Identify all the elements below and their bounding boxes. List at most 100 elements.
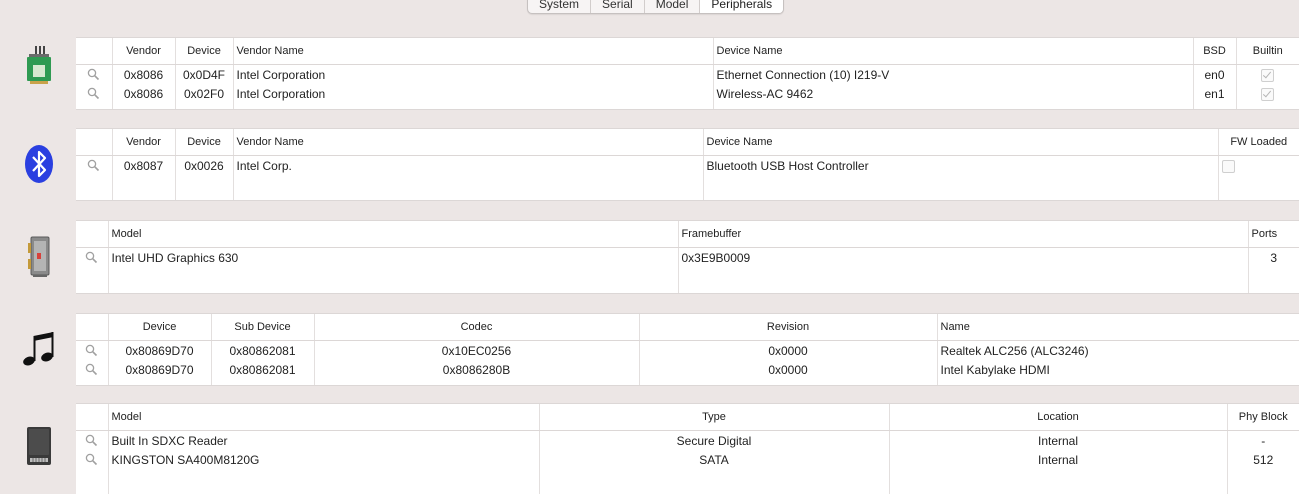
magnifier-icon[interactable] — [76, 84, 112, 103]
network-card-icon — [18, 44, 60, 88]
audio-panel: Device Sub Device Codec Revision Name 0x… — [76, 313, 1299, 386]
vendor-cell: 0x8086 — [111, 84, 175, 103]
empty-row — [76, 175, 1299, 200]
ports-cell: 3 — [1247, 247, 1299, 267]
network-table: Vendor Device Vendor Name Device Name BS… — [76, 38, 1299, 109]
table-row[interactable]: Intel UHD Graphics 630 0x3E9B0009 3 — [76, 247, 1299, 268]
column-header-builtin[interactable]: Builtin — [1235, 38, 1299, 65]
device-cell: 0x02F0 — [174, 84, 233, 103]
column-header-vendor[interactable]: Vendor — [111, 129, 175, 156]
table-row[interactable]: 0x8087 0x0026 Intel Corp. Bluetooth USB … — [76, 155, 1299, 176]
name-cell: Realtek ALC256 (ALC3246) — [936, 340, 1299, 360]
tab-system[interactable]: System — [528, 0, 592, 13]
model-cell: Built In SDXC Reader — [107, 430, 539, 450]
column-header-ports[interactable]: Ports — [1247, 221, 1299, 248]
type-cell: Secure Digital — [538, 430, 889, 450]
column-header-vendor-name[interactable]: Vendor Name — [232, 129, 703, 156]
tab-bar: System Serial Model Peripherals — [527, 0, 785, 14]
column-header-vendor[interactable]: Vendor — [111, 38, 175, 65]
storage-drive-icon — [18, 424, 60, 468]
column-header-type[interactable]: Type — [538, 404, 889, 431]
vendor-cell: 0x8086 — [111, 64, 175, 84]
column-header-framebuffer[interactable]: Framebuffer — [677, 221, 1248, 248]
fw-loaded-checkbox[interactable] — [1221, 159, 1235, 173]
column-header-device-name[interactable]: Device Name — [702, 129, 1218, 156]
table-row[interactable]: 0x8086 0x02F0 Intel Corporation Wireless… — [76, 84, 1299, 103]
column-header-device[interactable]: Device — [174, 129, 233, 156]
magnifier-icon[interactable] — [76, 248, 108, 268]
device-cell: 0x0026 — [174, 155, 233, 175]
column-header-model[interactable]: Model — [107, 404, 539, 431]
storage-panel: Model Type Location Phy Block Built In S… — [76, 403, 1299, 494]
table-row[interactable]: KINGSTON SA400M8120G SATA Internal 512 — [76, 450, 1299, 469]
column-header-device[interactable]: Device — [107, 314, 211, 341]
builtin-cell — [1235, 64, 1299, 84]
column-header-sub-device[interactable]: Sub Device — [210, 314, 314, 341]
bluetooth-panel: Vendor Device Vendor Name Device Name FW… — [76, 128, 1299, 201]
phy-block-cell: - — [1226, 430, 1299, 450]
magnifier-icon[interactable] — [76, 65, 112, 85]
tab-peripherals[interactable]: Peripherals — [700, 0, 784, 13]
vendor-name-cell: Intel Corporation — [232, 64, 713, 84]
location-cell: Internal — [888, 450, 1227, 469]
column-header-vendor-name[interactable]: Vendor Name — [232, 38, 713, 65]
vendor-name-cell: Intel Corp. — [232, 155, 703, 175]
column-header-device[interactable]: Device — [174, 38, 233, 65]
column-header-device-name[interactable]: Device Name — [712, 38, 1193, 65]
storage-table: Model Type Location Phy Block Built In S… — [76, 404, 1299, 494]
device-cell: 0x80869D70 — [107, 340, 211, 360]
column-header-revision[interactable]: Revision — [638, 314, 937, 341]
builtin-cell — [1235, 84, 1299, 103]
empty-row — [76, 267, 1299, 293]
name-cell: Intel Kabylake HDMI — [936, 360, 1299, 379]
column-header[interactable] — [76, 38, 112, 65]
network-panel: Vendor Device Vendor Name Device Name BS… — [76, 37, 1299, 110]
column-header-model[interactable]: Model — [107, 221, 678, 248]
empty-row — [76, 469, 1299, 494]
column-header-fw-loaded[interactable]: FW Loaded — [1217, 129, 1299, 156]
builtin-checkbox[interactable] — [1261, 68, 1275, 82]
column-header[interactable] — [76, 221, 108, 248]
column-header-codec[interactable]: Codec — [313, 314, 639, 341]
column-header-location[interactable]: Location — [888, 404, 1227, 431]
sub-device-cell: 0x80862081 — [210, 340, 314, 360]
tab-model[interactable]: Model — [645, 0, 701, 13]
magnifier-icon[interactable] — [76, 156, 112, 176]
graphics-card-icon — [18, 235, 60, 279]
column-header-phy-block[interactable]: Phy Block — [1226, 404, 1299, 431]
type-cell: SATA — [538, 450, 889, 469]
location-cell: Internal — [888, 430, 1227, 450]
table-row[interactable]: Built In SDXC Reader Secure Digital Inte… — [76, 430, 1299, 451]
codec-cell: 0x8086280B — [313, 360, 639, 379]
device-name-cell: Bluetooth USB Host Controller — [702, 155, 1218, 175]
bluetooth-icon — [18, 142, 60, 186]
bsd-cell: en1 — [1192, 84, 1236, 103]
phy-block-cell: 512 — [1226, 450, 1299, 469]
device-name-cell: Wireless-AC 9462 — [712, 84, 1193, 103]
music-note-icon — [18, 326, 60, 370]
device-name-cell: Ethernet Connection (10) I219-V — [712, 64, 1193, 84]
column-header-bsd[interactable]: BSD — [1192, 38, 1236, 65]
graphics-table: Model Framebuffer Ports Intel UHD Graphi… — [76, 221, 1299, 293]
bsd-cell: en0 — [1192, 64, 1236, 84]
table-row[interactable]: 0x8086 0x0D4F Intel Corporation Ethernet… — [76, 64, 1299, 85]
audio-table: Device Sub Device Codec Revision Name 0x… — [76, 314, 1299, 385]
column-header[interactable] — [76, 129, 112, 156]
tab-serial[interactable]: Serial — [591, 0, 645, 13]
revision-cell: 0x0000 — [638, 360, 937, 379]
magnifier-icon[interactable] — [76, 341, 108, 361]
device-cell: 0x80869D70 — [107, 360, 211, 379]
column-header[interactable] — [76, 404, 108, 431]
column-header-name[interactable]: Name — [936, 314, 1299, 341]
empty-row — [76, 379, 1299, 385]
device-cell: 0x0D4F — [174, 64, 233, 84]
builtin-checkbox[interactable] — [1261, 87, 1275, 101]
magnifier-icon[interactable] — [76, 431, 108, 451]
framebuffer-cell: 0x3E9B0009 — [677, 247, 1248, 267]
magnifier-icon[interactable] — [76, 450, 108, 469]
codec-cell: 0x10EC0256 — [313, 340, 639, 360]
table-row[interactable]: 0x80869D70 0x80862081 0x10EC0256 0x0000 … — [76, 340, 1299, 361]
magnifier-icon[interactable] — [76, 360, 108, 379]
column-header[interactable] — [76, 314, 108, 341]
table-row[interactable]: 0x80869D70 0x80862081 0x8086280B 0x0000 … — [76, 360, 1299, 379]
